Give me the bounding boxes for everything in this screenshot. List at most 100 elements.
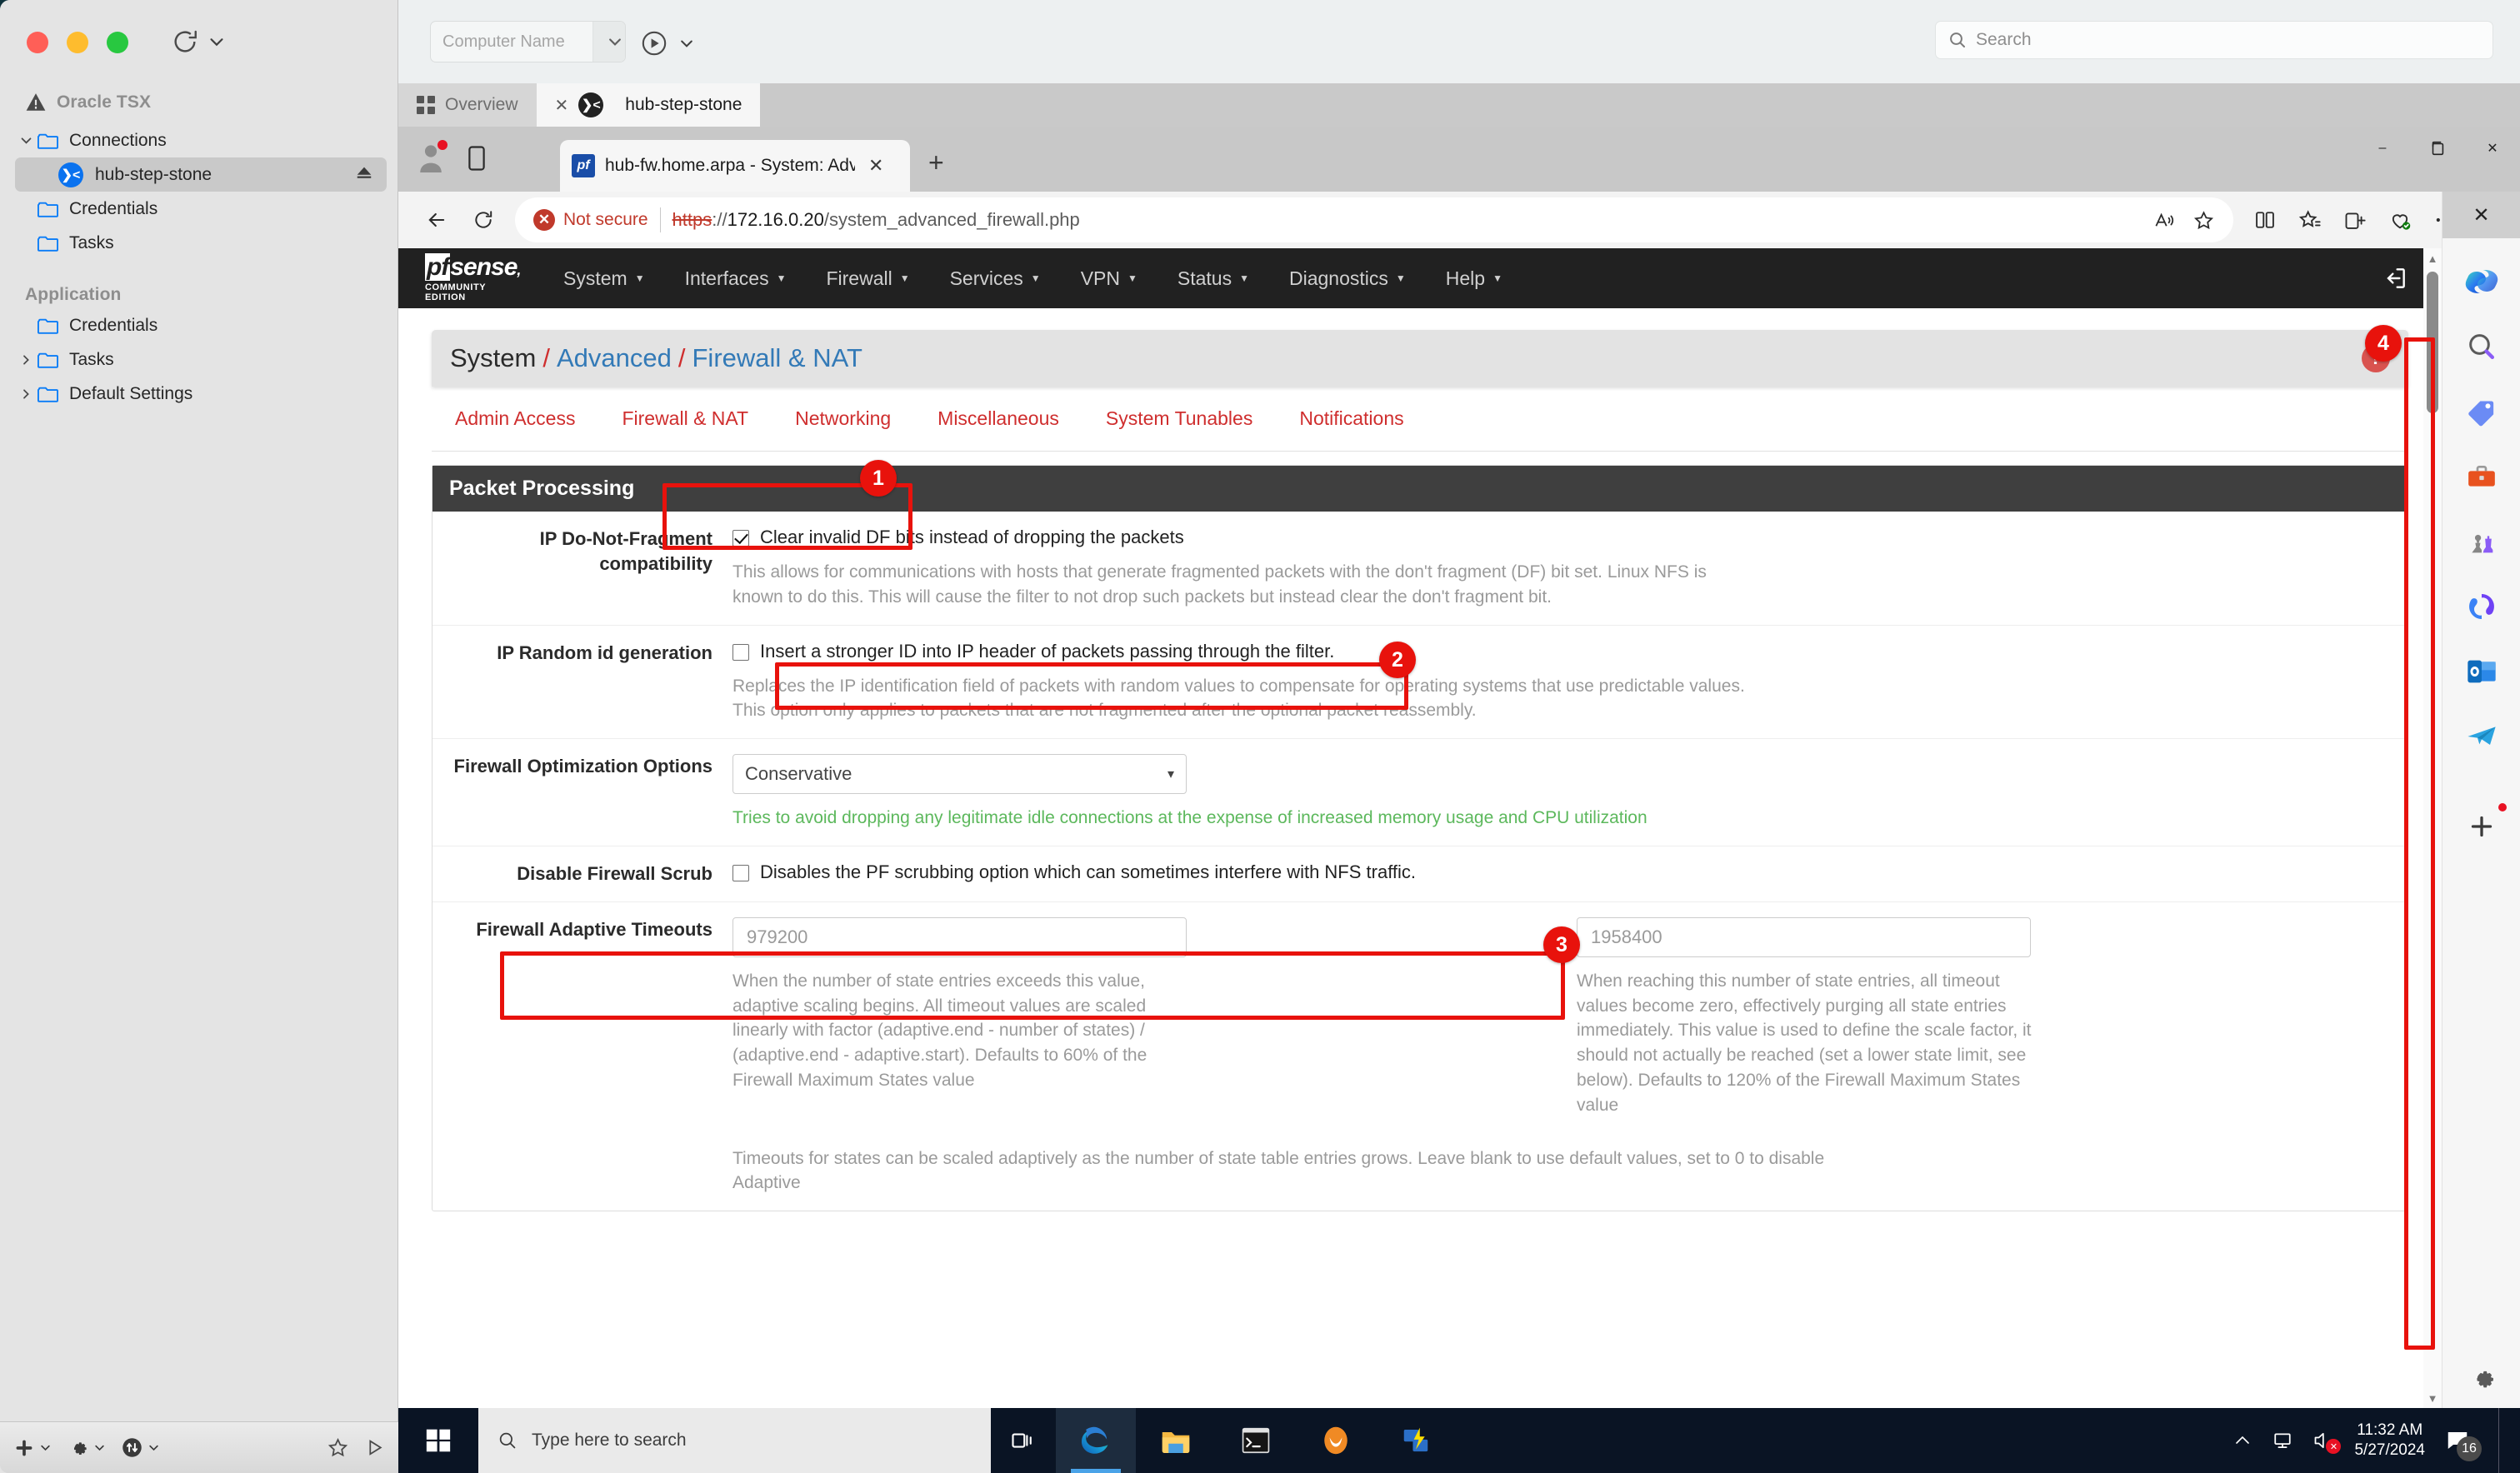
menu-firewall[interactable]: Firewall▼ (826, 267, 909, 290)
chevron-down-icon[interactable] (208, 32, 226, 51)
gear-icon[interactable] (67, 1436, 106, 1459)
menu-vpn[interactable]: VPN▼ (1081, 267, 1138, 290)
menu-help[interactable]: Help▼ (1446, 267, 1502, 290)
page-scrollbar[interactable]: ▲ ▼ (2423, 248, 2442, 1408)
address-bar[interactable]: ✕ Not secure https://172.16.0.20/system_… (515, 197, 2233, 242)
taskbar-search[interactable]: Type here to search (478, 1408, 991, 1473)
taskbar-app-file-explorer[interactable] (1136, 1408, 1216, 1473)
tab-overview[interactable]: Overview (398, 83, 537, 127)
network-icon[interactable] (2271, 1429, 2294, 1452)
profile-avatar[interactable] (417, 142, 445, 175)
add-favorite-icon[interactable] (2192, 209, 2215, 232)
clear-df-bits-checkbox[interactable]: Clear invalid DF bits instead of droppin… (732, 527, 2389, 548)
shopping-tag-icon[interactable] (2460, 390, 2503, 433)
close-tab-icon[interactable]: ✕ (868, 155, 883, 177)
firewall-optimization-select[interactable]: Conservative ▾ (732, 754, 1187, 794)
chevron-up-icon[interactable] (2232, 1431, 2252, 1451)
new-tab-button[interactable]: + (928, 147, 944, 178)
checkbox-box[interactable] (732, 644, 749, 661)
sidebar-item-app-tasks[interactable]: Tasks (0, 342, 398, 377)
pfsense-logo[interactable]: pfsense, COMMUNITY EDITION (425, 255, 523, 302)
tools-icon[interactable] (2460, 455, 2503, 498)
maximize-window-button[interactable] (107, 32, 128, 53)
sidebar-item-connections[interactable]: Connections (0, 123, 398, 157)
sidebar-item-app-credentials[interactable]: Credentials (0, 308, 398, 342)
chevron-down-icon[interactable] (15, 133, 37, 147)
chevron-down-icon[interactable] (678, 35, 695, 52)
eject-icon[interactable] (355, 163, 373, 187)
browser-essentials-icon[interactable] (2388, 208, 2412, 232)
minimize-window-button[interactable] (67, 32, 88, 53)
refresh-control[interactable] (171, 27, 226, 56)
search-input[interactable]: Search (1935, 21, 2493, 59)
taskbar-app-remote-tool[interactable] (1376, 1408, 1456, 1473)
menu-services[interactable]: Services▼ (950, 267, 1041, 290)
menu-interfaces[interactable]: Interfaces▼ (685, 267, 787, 290)
volume-muted-icon[interactable]: ✕ (2312, 1429, 2336, 1452)
breadcrumb-leaf[interactable]: Firewall & NAT (692, 343, 862, 372)
close-window-button[interactable] (27, 32, 48, 53)
not-secure-indicator[interactable]: ✕ Not secure (533, 209, 648, 231)
logout-icon[interactable] (2382, 265, 2408, 292)
microsoft365-icon[interactable] (2460, 585, 2503, 628)
chevron-right-icon[interactable] (15, 353, 37, 367)
tab-actions-icon[interactable] (465, 145, 488, 172)
settings-icon[interactable] (2467, 1363, 2497, 1393)
add-entry-button[interactable] (13, 1437, 52, 1459)
sidebar-item-credentials[interactable]: Credentials (0, 192, 398, 226)
minimize-button[interactable]: – (2355, 127, 2410, 170)
scroll-down-arrow[interactable]: ▼ (2423, 1388, 2442, 1408)
notification-center-button[interactable]: 16 (2443, 1426, 2472, 1455)
sidebar-item-hub-step-stone[interactable]: ❯< hub-step-stone (15, 157, 387, 192)
close-button[interactable]: ✕ (2465, 127, 2520, 170)
window-traffic-lights[interactable] (27, 32, 128, 53)
refresh-icon[interactable] (171, 27, 199, 56)
tab-firewall-nat[interactable]: Firewall & NAT (598, 407, 772, 430)
favorites-icon[interactable] (2298, 208, 2322, 232)
sidebar-item-tasks[interactable]: Tasks (0, 226, 398, 260)
close-sidebar-icon[interactable]: ✕ (2442, 192, 2520, 238)
connect-control[interactable] (640, 29, 695, 57)
menu-status[interactable]: Status▼ (1178, 267, 1249, 290)
disable-scrub-checkbox[interactable]: Disables the PF scrubbing option which c… (732, 861, 2389, 883)
breadcrumb-advanced[interactable]: Advanced (557, 343, 672, 372)
scrollbar-thumb[interactable] (2427, 272, 2438, 413)
tab-system-tunables[interactable]: System Tunables (1082, 407, 1276, 430)
sync-icon[interactable] (121, 1436, 160, 1459)
telegram-icon[interactable] (2460, 715, 2503, 758)
chevron-down-icon[interactable] (592, 22, 625, 62)
browser-tab[interactable]: pf hub-fw.home.arpa - System: Adv ✕ (560, 140, 910, 192)
adaptive-end-input[interactable]: 1958400 (1577, 917, 2031, 957)
favorite-icon[interactable] (327, 1436, 349, 1459)
split-screen-icon[interactable] (2253, 208, 2277, 232)
tab-networking[interactable]: Networking (772, 407, 914, 430)
taskbar-app-orange[interactable] (1296, 1408, 1376, 1473)
adaptive-start-input[interactable]: 979200 (732, 917, 1187, 957)
menu-diagnostics[interactable]: Diagnostics▼ (1289, 267, 1406, 290)
tab-miscellaneous[interactable]: Miscellaneous (914, 407, 1082, 430)
taskbar-app-edge[interactable] (1056, 1408, 1136, 1473)
back-icon[interactable] (413, 197, 460, 243)
play-icon[interactable] (364, 1437, 385, 1458)
checkbox-box[interactable] (732, 865, 749, 881)
restore-button[interactable] (2410, 127, 2465, 170)
close-icon[interactable]: ✕ (555, 95, 569, 116)
scroll-up-arrow[interactable]: ▲ (2423, 248, 2442, 268)
collections-icon[interactable] (2343, 208, 2367, 232)
vault-header[interactable]: Oracle TSX (25, 92, 151, 113)
outlook-icon[interactable] (2460, 650, 2503, 693)
play-circle-icon[interactable] (640, 29, 668, 57)
computer-name-input[interactable]: Computer Name (430, 21, 626, 62)
add-sidebar-app-icon[interactable] (2460, 805, 2503, 848)
task-view-button[interactable] (991, 1408, 1056, 1473)
read-aloud-icon[interactable] (2153, 209, 2176, 232)
reload-icon[interactable] (460, 197, 507, 243)
chevron-right-icon[interactable] (15, 387, 37, 401)
search-icon[interactable] (2460, 325, 2503, 368)
menu-system[interactable]: System▼ (563, 267, 645, 290)
games-icon[interactable] (2460, 520, 2503, 563)
start-button[interactable] (398, 1408, 478, 1473)
tab-admin-access[interactable]: Admin Access (432, 407, 598, 430)
copilot-icon[interactable] (2460, 260, 2503, 303)
checkbox-box[interactable] (732, 530, 749, 547)
